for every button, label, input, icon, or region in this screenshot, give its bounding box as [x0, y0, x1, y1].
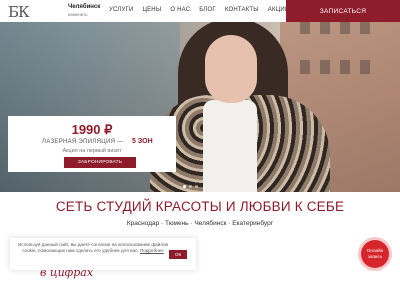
slider-dots	[183, 185, 198, 188]
promo-card: 1990 ₽ ЛАЗЕРНАЯ ЭПИЛЯЦИЯ — 5 ЗОН Акция н…	[8, 116, 176, 172]
nav-item-about[interactable]: О НАС	[170, 7, 190, 13]
site-header: БК Челябинск изменить УСЛУГИ ЦЕНЫ О НАС …	[0, 0, 400, 22]
city-change-link[interactable]: изменить	[68, 12, 88, 17]
building-window	[360, 60, 370, 74]
cookie-text: Используя данный сайт, вы даете согласие…	[18, 242, 168, 254]
cities-list: Краснодар · Тюмень · Челябинск · Екатери…	[126, 220, 274, 227]
building-window	[300, 20, 310, 34]
city-selector[interactable]: Челябинск	[68, 4, 100, 10]
cookie-ok-button[interactable]: ОК	[169, 250, 187, 259]
slider-dot[interactable]	[195, 185, 198, 188]
building-window	[320, 20, 330, 34]
promo-service: ЛАЗЕРНАЯ ЭПИЛЯЦИЯ —	[42, 139, 124, 145]
online-booking-line2: запись	[367, 254, 383, 259]
building-window	[320, 60, 330, 74]
book-button[interactable]: ЗАБРОНИРОВАТЬ	[64, 157, 136, 168]
model-shirt	[203, 100, 257, 192]
slider-dot[interactable]	[189, 185, 192, 188]
building-window	[300, 60, 310, 74]
signup-button[interactable]: ЗАПИСАТЬСЯ	[286, 0, 400, 22]
promo-zone-count: 5 ЗОН	[132, 138, 153, 145]
building-window	[360, 20, 370, 34]
online-booking-button[interactable]: Онлайн запись	[361, 240, 389, 268]
building-window	[340, 20, 350, 34]
promo-note: Акция на первый визит	[62, 148, 122, 154]
main-nav: УСЛУГИ ЦЕНЫ О НАС БЛОГ КОНТАКТЫ АКЦИИ	[109, 7, 289, 13]
building-window	[340, 60, 350, 74]
cookie-more-link[interactable]: Подробнее	[140, 248, 164, 253]
nav-item-contacts[interactable]: КОНТАКТЫ	[225, 7, 259, 13]
logo[interactable]: БК	[8, 3, 30, 21]
cookie-banner: Используя данный сайт, вы даете согласие…	[10, 238, 196, 270]
nav-item-prices[interactable]: ЦЕНЫ	[142, 7, 161, 13]
nav-item-services[interactable]: УСЛУГИ	[109, 7, 133, 13]
promo-price: 1990 ₽	[71, 122, 113, 137]
model-face	[205, 35, 257, 103]
slider-dot[interactable]	[183, 185, 186, 188]
page-headline: СЕТЬ СТУДИЙ КРАСОТЫ И ЛЮБВИ К СЕБЕ	[55, 199, 345, 214]
nav-item-blog[interactable]: БЛОГ	[199, 7, 216, 13]
